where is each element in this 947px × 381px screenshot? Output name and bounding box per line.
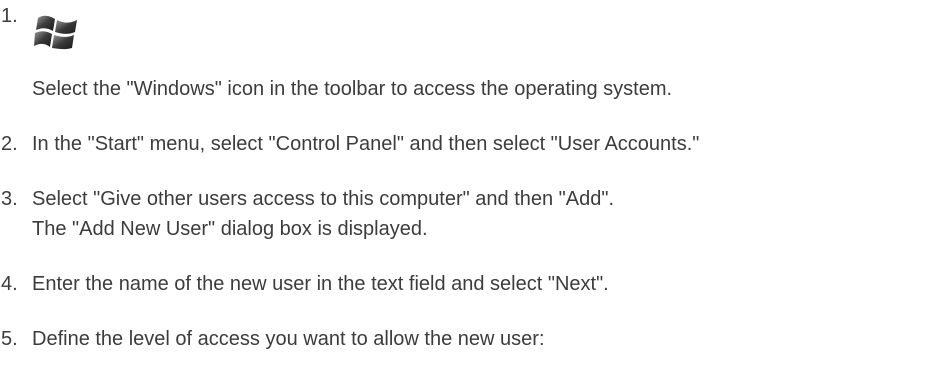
windows-logo-icon: [34, 15, 77, 50]
step-3-text: Select "Give other users access to this …: [32, 188, 615, 210]
step-5-number: 5.: [1, 328, 18, 350]
step-4-text: Enter the name of the new user in the te…: [32, 273, 609, 295]
step-1-text: Select the "Windows" icon in the toolbar…: [32, 78, 673, 100]
step-3-number: 3.: [1, 188, 18, 210]
step-5-text: Define the level of access you want to a…: [32, 328, 545, 350]
step-4-number: 4.: [1, 273, 18, 295]
step-3-text-line2: The "Add New User" dialog box is display…: [32, 218, 428, 240]
step-2-text: In the "Start" menu, select "Control Pan…: [32, 133, 700, 155]
step-2-number: 2.: [1, 133, 18, 155]
step-1-number: 1.: [1, 5, 18, 27]
